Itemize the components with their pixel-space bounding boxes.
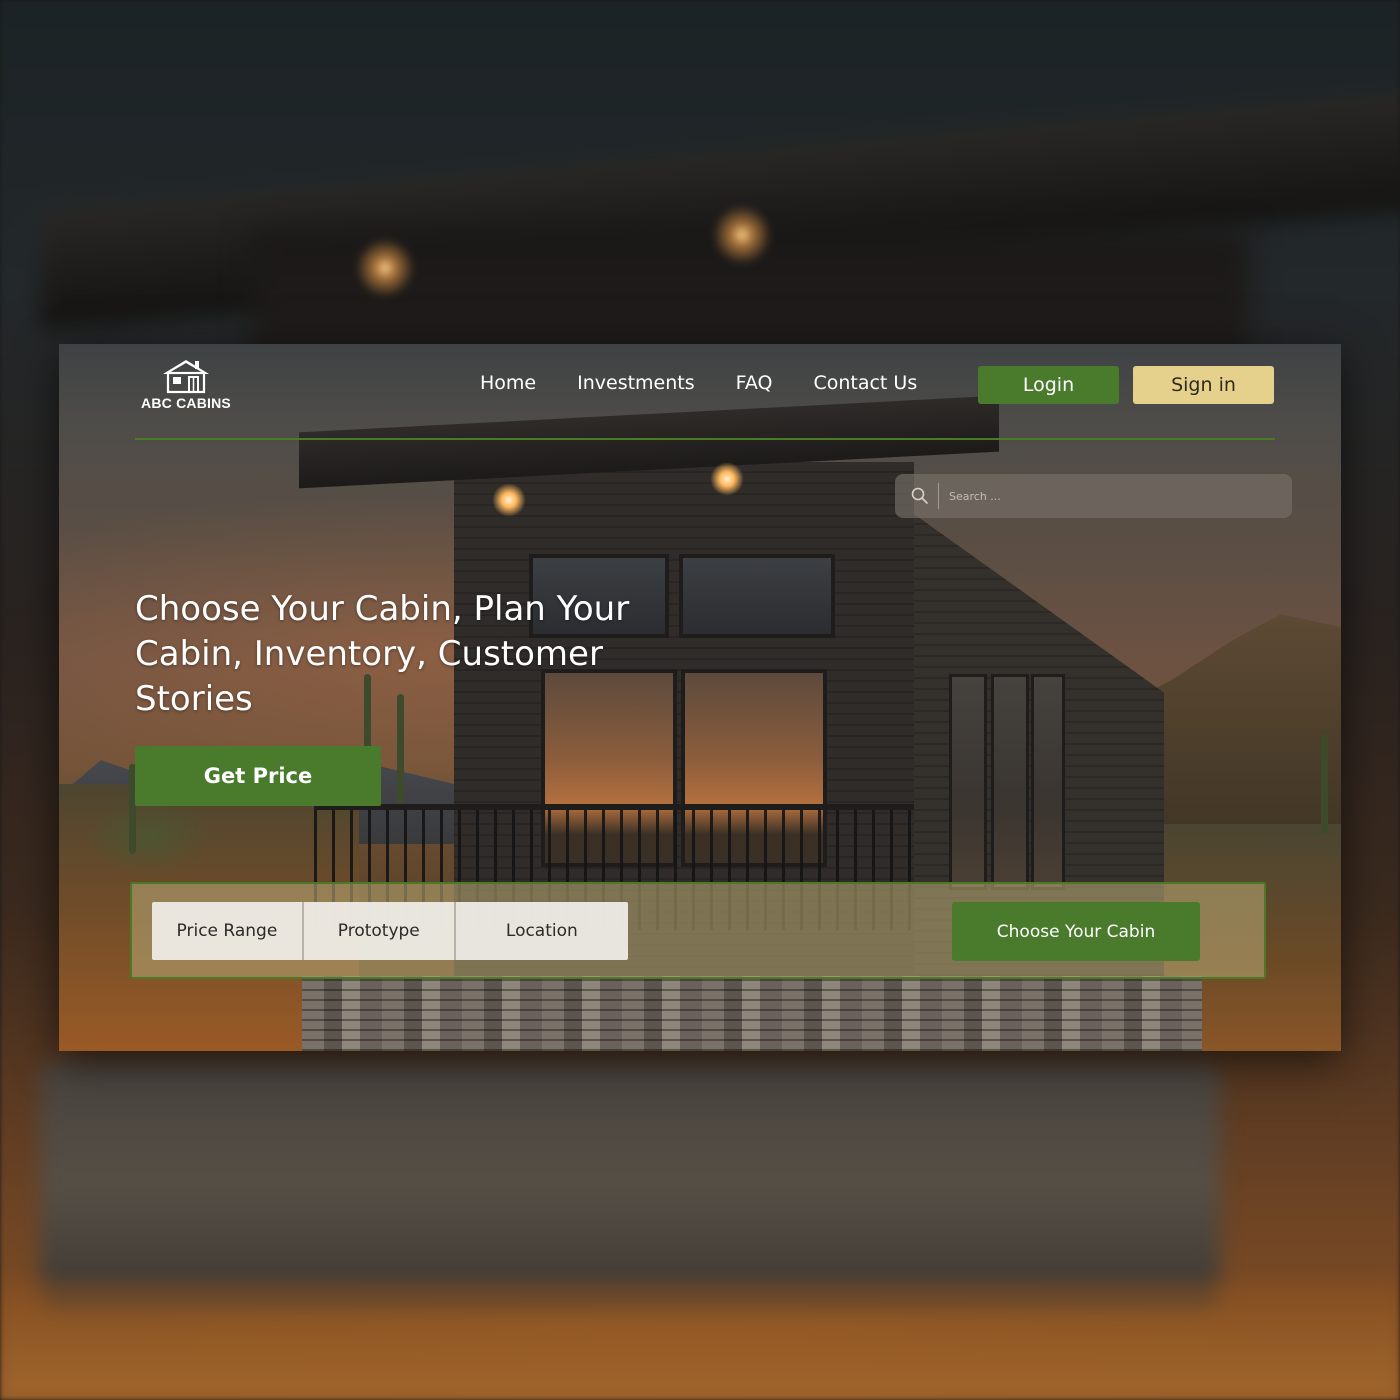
cactus bbox=[1321, 734, 1328, 834]
search-bar[interactable] bbox=[895, 474, 1292, 518]
background-light bbox=[355, 238, 415, 298]
background-stone-base bbox=[40, 1060, 1220, 1310]
cabin-side-window bbox=[949, 674, 987, 890]
filter-prototype[interactable]: Prototype bbox=[304, 902, 456, 960]
cabin-window bbox=[679, 554, 835, 638]
search-icon[interactable] bbox=[910, 486, 930, 506]
filter-location[interactable]: Location bbox=[456, 902, 628, 960]
cabin-side-window bbox=[1031, 674, 1065, 890]
cabin-house-icon bbox=[163, 360, 209, 394]
background-ground bbox=[0, 1280, 1400, 1400]
brand-name: ABC CABINS bbox=[141, 395, 231, 411]
hero-title: Choose Your Cabin, Plan Your Cabin, Inve… bbox=[135, 589, 630, 719]
stone-foundation bbox=[302, 976, 1202, 1051]
website-mockup: ABC CABINS Home Investments FAQ Contact … bbox=[59, 344, 1341, 1051]
background-light bbox=[712, 205, 772, 265]
roof-light bbox=[710, 462, 744, 496]
nav-divider bbox=[135, 438, 1275, 440]
cabin-side-window bbox=[991, 674, 1029, 890]
cabin-filter-bar: Price Range Prototype Location Choose Yo… bbox=[130, 882, 1266, 979]
filter-price-range[interactable]: Price Range bbox=[152, 902, 304, 960]
nav-home[interactable]: Home bbox=[480, 372, 536, 394]
brand-logo[interactable]: ABC CABINS bbox=[138, 358, 234, 418]
search-input[interactable] bbox=[947, 488, 1281, 504]
roof-light bbox=[492, 483, 526, 517]
login-button[interactable]: Login bbox=[978, 366, 1119, 404]
sign-in-button[interactable]: Sign in bbox=[1133, 366, 1274, 404]
choose-your-cabin-button[interactable]: Choose Your Cabin bbox=[952, 902, 1200, 961]
nav-faq[interactable]: FAQ bbox=[736, 372, 773, 394]
main-nav: Home Investments FAQ Contact Us bbox=[480, 372, 917, 394]
nav-investments[interactable]: Investments bbox=[577, 372, 695, 394]
nav-contact-us[interactable]: Contact Us bbox=[813, 372, 917, 394]
filter-group: Price Range Prototype Location bbox=[152, 902, 628, 960]
get-price-button[interactable]: Get Price bbox=[135, 746, 381, 806]
search-divider bbox=[938, 483, 939, 509]
